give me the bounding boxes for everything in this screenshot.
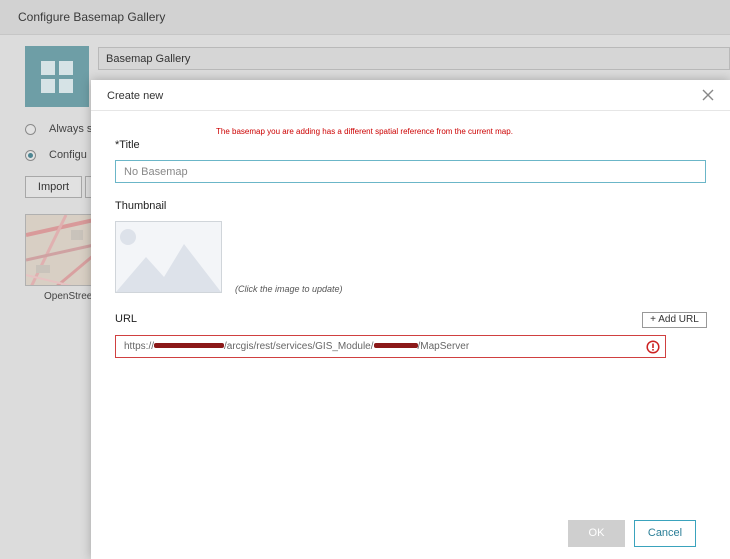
dialog-title: Create new xyxy=(107,90,164,102)
url-middle: /arcgis/rest/services/GIS_Module/ xyxy=(224,341,374,352)
radio-always xyxy=(25,124,36,135)
add-url-button[interactable]: + Add URL xyxy=(642,312,707,328)
background-title: Configure Basemap Gallery xyxy=(18,10,166,24)
redacted-service xyxy=(373,343,418,349)
redacted-host xyxy=(154,343,225,349)
dialog-header: Create new xyxy=(91,80,730,111)
openstreetmap-thumbnail xyxy=(25,214,93,286)
error-icon xyxy=(646,340,660,354)
url-input[interactable]: https:// /arcgis/rest/services/GIS_Module… xyxy=(115,335,666,358)
background-name-value: Basemap Gallery xyxy=(106,53,191,65)
grid-icon xyxy=(25,46,89,107)
spatial-reference-warning: The basemap you are adding has a differe… xyxy=(216,127,513,136)
background-name-field: Basemap Gallery xyxy=(98,47,730,70)
radio-configure-label: Configu xyxy=(49,149,87,161)
radio-always-label: Always s xyxy=(49,123,93,135)
url-suffix: /MapServer xyxy=(417,341,470,352)
title-input[interactable] xyxy=(115,160,706,183)
import-button: Import xyxy=(25,176,82,198)
radio-configure xyxy=(25,150,36,161)
openstreetmap-label: OpenStree xyxy=(44,291,93,302)
url-prefix: https:// xyxy=(124,341,155,352)
create-new-dialog: Create new The basemap you are adding ha… xyxy=(91,80,730,559)
background-titlebar: Configure Basemap Gallery xyxy=(0,0,730,35)
thumbnail-label: Thumbnail xyxy=(115,200,167,212)
thumbnail-image[interactable] xyxy=(115,221,222,293)
title-label: *Title xyxy=(115,139,140,151)
ok-button[interactable]: OK xyxy=(568,520,625,547)
thumbnail-hint: (Click the image to update) xyxy=(235,284,343,294)
cancel-button[interactable]: Cancel xyxy=(634,520,696,547)
close-icon[interactable] xyxy=(700,87,716,103)
url-label: URL xyxy=(115,313,138,325)
image-placeholder-icon xyxy=(116,229,221,292)
